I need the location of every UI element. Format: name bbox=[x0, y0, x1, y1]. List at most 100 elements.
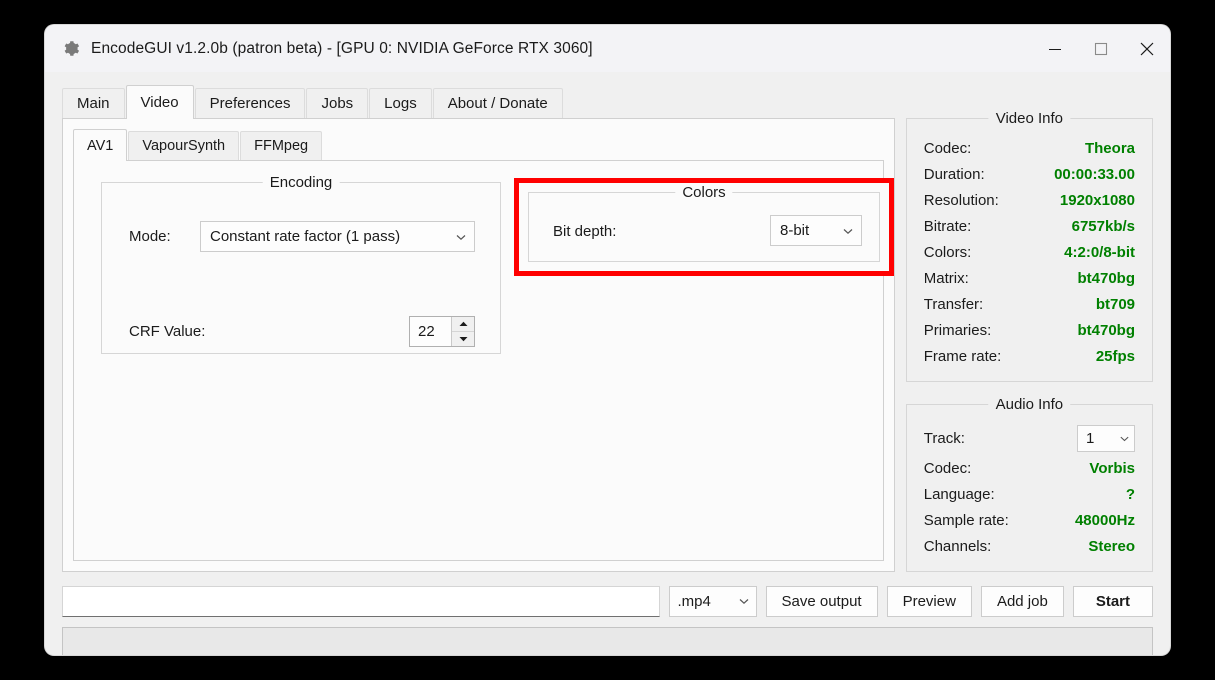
crf-value: 22 bbox=[418, 323, 435, 340]
info-row-primaries: Primaries: bt470bg bbox=[924, 317, 1135, 343]
tab-label: About / Donate bbox=[447, 95, 548, 112]
info-row-channels: Channels: Stereo bbox=[924, 533, 1135, 559]
subtab-ffmpeg[interactable]: FFMpeg bbox=[240, 131, 323, 160]
chevron-down-icon bbox=[732, 595, 756, 607]
info-value: Theora bbox=[1084, 139, 1135, 157]
info-row-transfer: Transfer: bt709 bbox=[924, 291, 1135, 317]
info-key: Colors: bbox=[923, 243, 972, 261]
preview-button[interactable]: Preview bbox=[886, 585, 972, 617]
info-row-bitrate: Bitrate: 6757kb/s bbox=[924, 213, 1135, 239]
screen: EncodeGUI v1.2.0b (patron beta) - [GPU 0… bbox=[0, 0, 1215, 680]
info-key: Sample rate: bbox=[923, 511, 1009, 529]
title-bar: EncodeGUI v1.2.0b (patron beta) - [GPU 0… bbox=[45, 25, 1170, 72]
crf-label: CRF Value: bbox=[129, 323, 206, 340]
info-column: Video Info Codec: Theora Duration: 00:00… bbox=[905, 110, 1153, 572]
chevron-down-icon bbox=[448, 231, 474, 243]
info-key: Duration: bbox=[923, 165, 985, 183]
tab-jobs[interactable]: Jobs bbox=[306, 88, 369, 118]
save-output-button[interactable]: Save output bbox=[765, 585, 878, 617]
info-value: bt709 bbox=[1095, 295, 1135, 313]
info-value: bt470bg bbox=[1077, 269, 1135, 287]
subtab-label: FFMpeg bbox=[254, 138, 309, 154]
video-tab-panel: AV1 VapourSynth FFMpeg Encoding Mode: Co… bbox=[62, 118, 895, 572]
info-row-codec: Codec: Theora bbox=[924, 135, 1135, 161]
tab-label: Preferences bbox=[209, 95, 291, 112]
tab-label: Jobs bbox=[321, 95, 354, 112]
info-key: Codec: bbox=[923, 139, 972, 157]
bit-depth-label: Bit depth: bbox=[553, 223, 617, 240]
info-row-language: Language: ? bbox=[924, 481, 1135, 507]
window-controls bbox=[1032, 25, 1170, 72]
colors-highlight-rectangle: Colors Bit depth: 8-bit bbox=[514, 178, 894, 276]
info-key: Transfer: bbox=[923, 295, 984, 313]
info-row-duration: Duration: 00:00:33.00 bbox=[924, 161, 1135, 187]
info-value: bt470bg bbox=[1077, 321, 1135, 339]
spinner-down-icon[interactable] bbox=[452, 332, 474, 346]
info-value: 6757kb/s bbox=[1071, 217, 1135, 235]
gear-icon bbox=[61, 39, 80, 58]
tab-label: Main bbox=[77, 95, 110, 112]
mode-dropdown-value: Constant rate factor (1 pass) bbox=[210, 228, 401, 245]
info-row-frame-rate: Frame rate: 25fps bbox=[924, 343, 1135, 369]
bit-depth-dropdown-value: 8-bit bbox=[780, 222, 810, 239]
colors-group-title: Colors bbox=[675, 184, 733, 201]
output-extension-value: .mp4 bbox=[677, 592, 711, 610]
info-key: Language: bbox=[923, 485, 995, 503]
spinner-up-icon[interactable] bbox=[452, 317, 474, 332]
crf-spinner-buttons bbox=[451, 317, 474, 346]
window-body: Main Video Preferences Jobs Logs About /… bbox=[45, 72, 1170, 655]
info-key: Matrix: bbox=[923, 269, 969, 287]
audio-info-box: Audio Info Track: 1 Codec: Vorbis Langua… bbox=[905, 396, 1153, 572]
tab-about-donate[interactable]: About / Donate bbox=[432, 88, 563, 118]
info-value: ? bbox=[1125, 485, 1135, 503]
minimize-icon[interactable] bbox=[1032, 25, 1078, 72]
info-value: Stereo bbox=[1088, 537, 1135, 555]
add-job-button[interactable]: Add job bbox=[980, 585, 1064, 617]
main-tab-bar: Main Video Preferences Jobs Logs About /… bbox=[62, 85, 1170, 119]
encoding-group-title: Encoding bbox=[262, 174, 340, 191]
output-bar: .mp4 Save output Preview Add job Start bbox=[62, 585, 1153, 617]
tab-video[interactable]: Video bbox=[125, 85, 194, 119]
info-value: 48000Hz bbox=[1074, 511, 1135, 529]
av1-panel: Encoding Mode: Constant rate factor (1 p… bbox=[73, 160, 894, 561]
info-key: Frame rate: bbox=[923, 347, 1002, 365]
info-key: Resolution: bbox=[923, 191, 999, 209]
close-icon[interactable] bbox=[1124, 25, 1170, 72]
info-row-matrix: Matrix: bt470bg bbox=[924, 265, 1135, 291]
codec-tab-bar: AV1 VapourSynth FFMpeg bbox=[73, 129, 894, 161]
progress-status-bar bbox=[62, 627, 1153, 655]
subtab-av1[interactable]: AV1 bbox=[73, 129, 128, 161]
audio-track-value: 1 bbox=[1086, 429, 1095, 447]
subtab-label: VapourSynth bbox=[142, 138, 226, 154]
bit-depth-dropdown[interactable]: 8-bit bbox=[770, 215, 862, 246]
output-path-input[interactable] bbox=[62, 585, 660, 617]
info-value: Vorbis bbox=[1089, 459, 1135, 477]
mode-label: Mode: bbox=[129, 228, 171, 245]
tab-preferences[interactable]: Preferences bbox=[194, 88, 306, 118]
start-button[interactable]: Start bbox=[1072, 585, 1153, 617]
audio-track-dropdown[interactable]: 1 bbox=[1077, 424, 1135, 452]
audio-info-title: Audio Info bbox=[988, 396, 1071, 413]
encoding-group: Encoding Mode: Constant rate factor (1 p… bbox=[101, 174, 501, 354]
subtab-label: AV1 bbox=[87, 137, 114, 154]
info-key: Bitrate: bbox=[923, 217, 972, 235]
output-extension-dropdown[interactable]: .mp4 bbox=[668, 585, 757, 617]
content-area: AV1 VapourSynth FFMpeg Encoding Mode: Co… bbox=[62, 110, 1153, 572]
subtab-vapoursynth[interactable]: VapourSynth bbox=[128, 131, 240, 160]
chevron-down-icon bbox=[1114, 433, 1134, 444]
crf-spinner[interactable]: 22 bbox=[409, 316, 475, 347]
mode-dropdown[interactable]: Constant rate factor (1 pass) bbox=[200, 221, 475, 252]
info-key: Track: bbox=[923, 429, 965, 447]
info-row-sample-rate: Sample rate: 48000Hz bbox=[924, 507, 1135, 533]
tab-main[interactable]: Main bbox=[62, 88, 125, 118]
chevron-down-icon bbox=[835, 225, 861, 237]
info-row-track: Track: 1 bbox=[924, 421, 1135, 455]
colors-group: Colors Bit depth: 8-bit bbox=[528, 184, 880, 262]
info-row-colors: Colors: 4:2:0/8-bit bbox=[924, 239, 1135, 265]
info-row-audio-codec: Codec: Vorbis bbox=[924, 455, 1135, 481]
info-value: 4:2:0/8-bit bbox=[1064, 243, 1135, 261]
maximize-icon[interactable] bbox=[1078, 25, 1124, 72]
tab-logs[interactable]: Logs bbox=[369, 88, 432, 118]
info-key: Primaries: bbox=[923, 321, 992, 339]
window-title: EncodeGUI v1.2.0b (patron beta) - [GPU 0… bbox=[91, 39, 593, 57]
